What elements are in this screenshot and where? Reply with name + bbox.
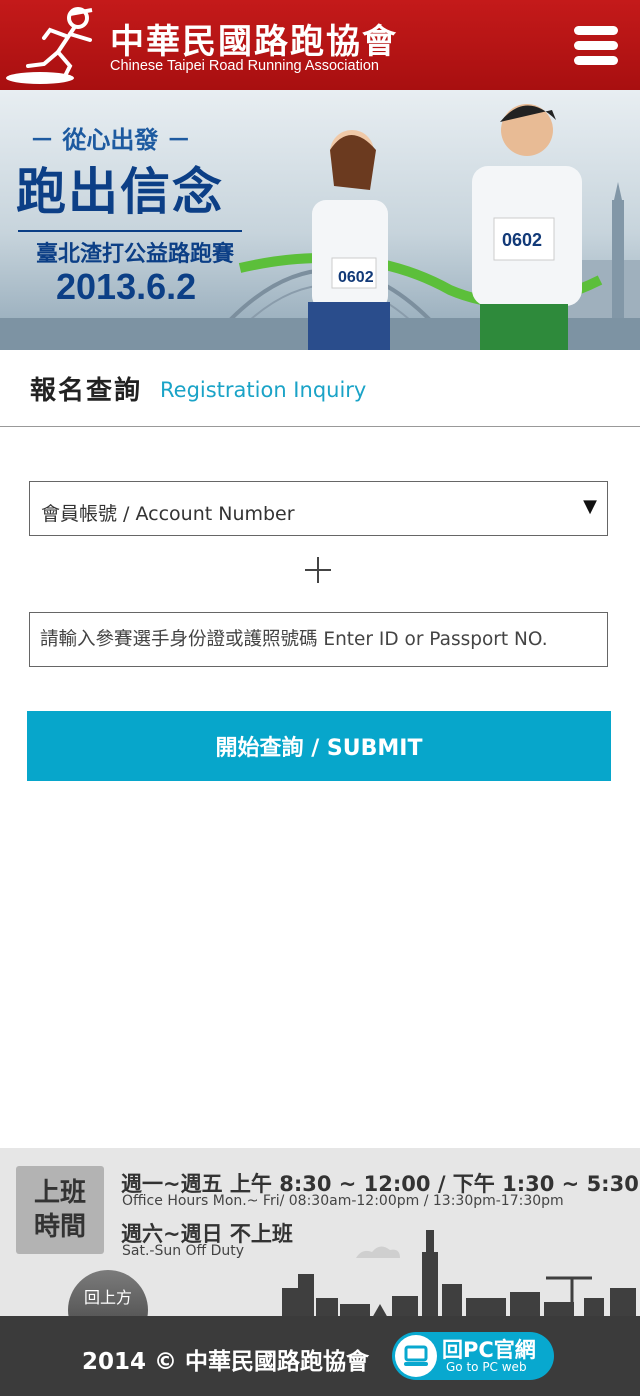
site-header: 中華民國路跑協會 Chinese Taipei Road Running Ass… — [0, 0, 640, 90]
site-footer: 上班 時間 週一~週五 上午 8:30 ~ 12:00 / 下午 1:30 ~ … — [0, 1148, 640, 1396]
plus-icon — [300, 552, 336, 588]
copyright-text: 2014 © 中華民國路跑協會 — [82, 1349, 370, 1375]
weekend-hours-en: Sat.-Sun Off Duty — [122, 1243, 245, 1259]
bib-number-right: 0602 — [502, 230, 542, 250]
page-title-bar: 報名查詢 Registration Inquiry — [0, 350, 640, 427]
banner-divider — [18, 230, 242, 232]
computer-icon — [395, 1335, 437, 1377]
badge-line-1: 上班 — [33, 1178, 86, 1208]
footer-bottom-bar: 2014 © 中華民國路跑協會 回PC官網 Go to PC web — [0, 1316, 640, 1396]
lookup-type-select[interactable]: 會員帳號 / Account Number ▼ — [29, 481, 608, 536]
banner-event-name: 臺北渣打公益路跑賽 — [36, 242, 235, 267]
page-title-en: Registration Inquiry — [160, 378, 367, 402]
site-title-zh: 中華民國路跑協會 — [110, 22, 398, 62]
office-hours-badge: 上班 時間 — [16, 1166, 104, 1254]
badge-line-2: 時間 — [33, 1212, 86, 1242]
banner-date: 2013.6.2 — [56, 266, 197, 307]
dropdown-caret-icon: ▼ — [583, 496, 597, 517]
banner-tagline: － 從心出發 － — [30, 126, 191, 154]
submit-button[interactable]: 開始查詢 / SUBMIT — [27, 711, 611, 781]
go-to-pc-web-button[interactable]: 回PC官網 Go to PC web — [392, 1332, 554, 1380]
weekday-hours-en: Office Hours Mon.~ Fri/ 08:30am-12:00pm … — [122, 1193, 564, 1209]
hamburger-menu-icon[interactable] — [574, 24, 620, 66]
runner-logo-icon[interactable] — [4, 4, 104, 86]
event-banner[interactable]: 0602 0602 － 從心出發 － 跑出信念 臺北渣打公益路跑賽 2013.6… — [0, 90, 640, 350]
bib-number-left: 0602 — [338, 269, 374, 286]
page-title-zh: 報名查詢 — [30, 376, 143, 406]
site-title-en: Chinese Taipei Road Running Association — [110, 58, 379, 74]
banner-headline: 跑出信念 — [16, 163, 224, 221]
lookup-type-value: 會員帳號 / Account Number — [41, 503, 295, 525]
pc-web-sublabel: Go to PC web — [446, 1360, 527, 1374]
id-passport-input[interactable] — [29, 612, 608, 667]
